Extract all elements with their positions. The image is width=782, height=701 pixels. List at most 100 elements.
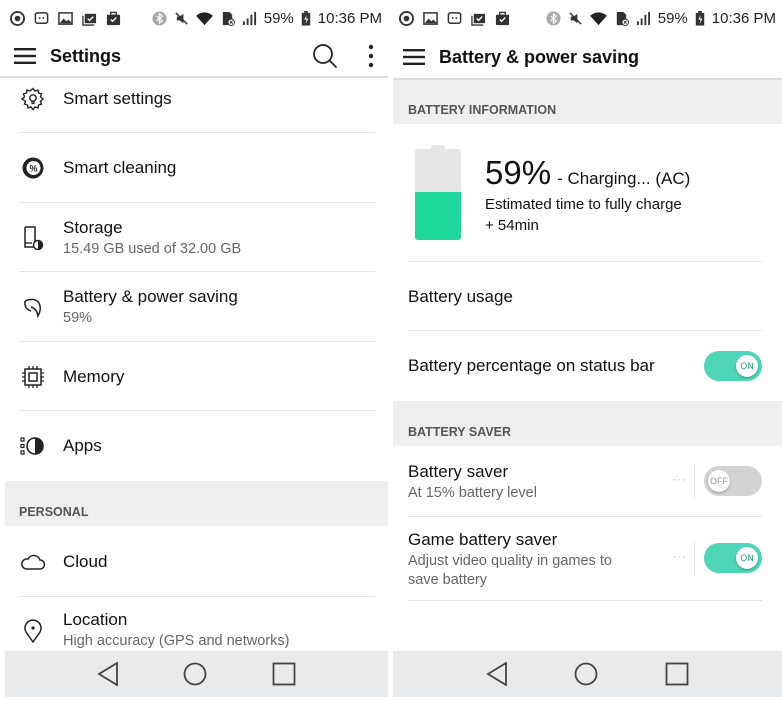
status-bar: 59% 10:36 PM: [0, 0, 388, 36]
page-title: Settings: [50, 45, 122, 66]
item-label: Smart settings: [63, 89, 172, 108]
item-subtitle: 15.49 GB used of 32.00 GB: [63, 241, 242, 257]
list-item-smart-settings[interactable]: Smart settings: [0, 80, 388, 118]
no-disturb-icon: [10, 10, 25, 26]
home-icon[interactable]: [183, 662, 207, 686]
mute-icon: [175, 11, 188, 25]
more-options-icon[interactable]: [368, 44, 374, 68]
item-label: Battery & power saving: [63, 287, 238, 306]
back-icon[interactable]: [97, 662, 119, 686]
recents-icon[interactable]: [665, 662, 689, 686]
list-item-location[interactable]: Location High accuracy (GPS and networks): [0, 604, 388, 650]
signal-icon: [636, 11, 650, 25]
app-bar: Settings: [0, 36, 388, 78]
divider-vertical: [694, 541, 695, 575]
smart-cleaning-icon: %: [20, 155, 46, 181]
messenger-icon: [34, 11, 49, 24]
menu-icon[interactable]: [14, 48, 36, 64]
svg-text:%: %: [29, 163, 37, 173]
battery-charging-icon: [301, 10, 310, 26]
search-icon[interactable]: [312, 43, 338, 69]
battery-percent-text: 59%: [263, 9, 294, 27]
settings-screen: 59% 10:36 PM Settings Smart settings % S…: [0, 0, 388, 701]
storage-icon: [20, 225, 46, 251]
clock: 10:36 PM: [711, 9, 776, 27]
app-bar: Battery & power saving: [393, 36, 782, 78]
item-label: Smart cleaning: [63, 157, 177, 177]
briefcase-check-icon: [495, 11, 510, 25]
briefcase-check-icon: [106, 11, 121, 25]
task-icon: [471, 13, 486, 26]
gallery-icon: [423, 11, 438, 25]
item-subtitle: At 15% battery level: [408, 485, 537, 501]
cloud-icon: [20, 549, 46, 575]
memory-chip-icon: [20, 364, 46, 390]
item-subtitle: High accuracy (GPS and networks): [63, 633, 290, 649]
list-item-smart-cleaning[interactable]: % Smart cleaning: [0, 133, 388, 202]
section-header-battery-information: BATTERY INFORMATION: [393, 78, 782, 124]
recents-icon[interactable]: [272, 662, 296, 686]
item-subtitle: 59%: [63, 310, 93, 326]
bluetooth-icon: [152, 10, 167, 26]
gallery-icon: [58, 11, 73, 25]
smart-settings-icon: [20, 86, 46, 112]
battery-info-card: 59% - Charging... (AC) Estimated time to…: [393, 124, 782, 261]
battery-percentage-toggle[interactable]: ON: [704, 351, 762, 381]
sim-icon: [616, 11, 629, 26]
list-item-apps[interactable]: Apps: [0, 411, 388, 481]
home-icon[interactable]: [574, 662, 598, 686]
battery-percent-large: 59%: [485, 154, 552, 191]
more-settings-icon[interactable]: ···: [672, 472, 687, 486]
page-title: Battery & power saving: [439, 46, 640, 67]
battery-charging-icon: [695, 10, 704, 26]
toggle-knob: ON: [736, 547, 758, 569]
item-label: Cloud: [63, 551, 108, 571]
task-icon: [82, 13, 97, 26]
game-battery-saver-toggle[interactable]: ON: [704, 543, 762, 573]
list-item-battery-usage[interactable]: Battery usage: [393, 262, 782, 331]
back-icon[interactable]: [486, 662, 508, 686]
list-item-memory[interactable]: Memory: [0, 342, 388, 411]
battery-screen: 59% 10:36 PM Battery & power saving BATT…: [393, 0, 782, 701]
apps-icon: [20, 433, 46, 459]
item-label: Battery saver: [408, 462, 509, 481]
menu-icon[interactable]: [403, 49, 425, 65]
item-label: Game battery saver: [408, 529, 558, 549]
divider: [19, 596, 375, 597]
toggle-knob: ON: [736, 355, 758, 377]
divider: [408, 600, 762, 601]
list-item-cloud[interactable]: Cloud: [0, 527, 388, 596]
item-label: Battery usage: [408, 286, 513, 306]
item-subtitle: Adjust video quality in games to: [408, 552, 612, 569]
sim-icon: [222, 11, 235, 26]
messenger-icon: [447, 11, 462, 24]
divider-vertical: [694, 465, 695, 499]
section-header-personal: PERSONAL: [5, 481, 388, 526]
battery-graphic: [415, 145, 461, 240]
battery-level-fill: [415, 191, 461, 240]
item-label: Battery percentage on status bar: [408, 356, 655, 375]
item-label: Storage: [63, 218, 123, 237]
signal-icon: [242, 11, 256, 25]
clock: 10:36 PM: [317, 9, 382, 27]
mute-icon: [569, 11, 582, 25]
navigation-bar: [5, 651, 388, 697]
wifi-icon: [589, 11, 607, 25]
bluetooth-icon: [546, 10, 561, 26]
battery-percent-text: 59%: [657, 9, 688, 27]
item-label: Memory: [63, 366, 125, 386]
list-item-storage[interactable]: Storage 15.49 GB used of 32.00 GB: [0, 203, 388, 272]
status-bar: 59% 10:36 PM: [393, 0, 782, 36]
item-label: Location: [63, 610, 128, 629]
item-subtitle-line2: save battery: [408, 571, 487, 588]
more-settings-icon[interactable]: ···: [672, 549, 687, 563]
no-disturb-icon: [399, 10, 414, 26]
location-pin-icon: [20, 618, 46, 644]
charge-estimate-value: + 54min: [485, 217, 539, 234]
toggle-knob: OFF: [708, 470, 730, 492]
battery-leaf-icon: [20, 294, 46, 320]
navigation-bar: [393, 651, 782, 697]
list-item-battery-power-saving[interactable]: Battery & power saving 59%: [0, 272, 388, 341]
charge-estimate-label: Estimated time to fully charge: [485, 196, 682, 213]
battery-saver-toggle[interactable]: OFF: [704, 466, 762, 496]
